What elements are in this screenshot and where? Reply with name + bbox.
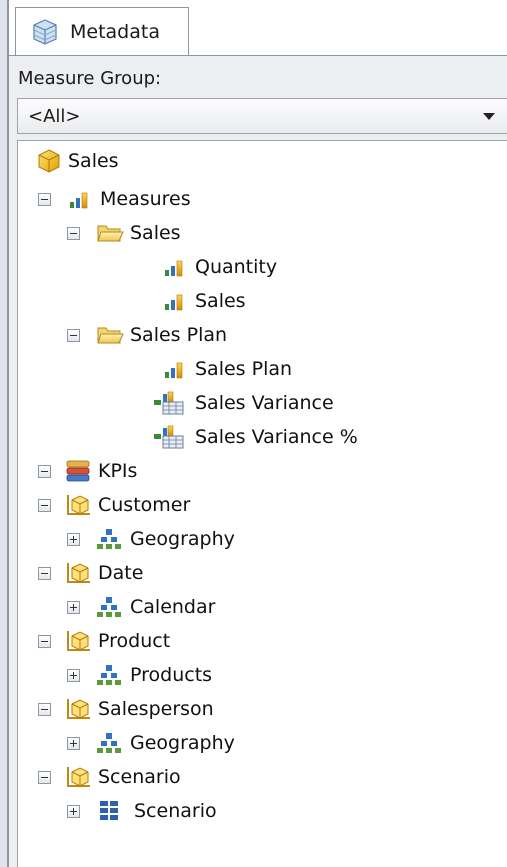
expand-toggle[interactable] <box>67 669 80 682</box>
hierarchy-icon <box>97 597 121 617</box>
tree-node-dimension-customer[interactable]: Customer <box>64 491 190 519</box>
cube-database-icon <box>33 18 57 45</box>
tree-node-attribute[interactable]: Scenario <box>98 797 217 825</box>
measure-icon <box>165 260 183 277</box>
tree-node-label: Sales Plan <box>130 324 228 346</box>
window-frame <box>0 0 9 867</box>
tree-node-label: Geography <box>130 732 235 754</box>
collapse-toggle[interactable] <box>38 193 51 206</box>
tree-node-hierarchy[interactable]: Geography <box>96 525 235 553</box>
tab-strip: Metadata <box>9 0 507 55</box>
tab-label: Metadata <box>70 20 160 43</box>
tree-node-hierarchy[interactable]: Products <box>96 661 212 689</box>
expand-toggle[interactable] <box>67 805 80 818</box>
tree-node-measure[interactable]: Quantity <box>163 253 277 281</box>
tree-node-label: Scenario <box>134 800 217 822</box>
tree-node-label: Measures <box>100 188 191 210</box>
tree-node-label: Geography <box>130 528 235 550</box>
dimension-icon <box>67 495 90 515</box>
tree-node-dimension-salesperson[interactable]: Salesperson <box>64 695 214 723</box>
attribute-icon <box>100 801 118 820</box>
tree-node-cube-sales[interactable]: Sales <box>36 147 119 175</box>
dimension-icon <box>67 767 90 787</box>
tree-node-measure[interactable]: Sales <box>163 287 246 315</box>
measure-group-label: Measure Group: <box>18 68 162 89</box>
calculated-measure-icon <box>154 391 184 415</box>
tree-node-label: Sales Plan <box>195 358 293 380</box>
expand-toggle[interactable] <box>67 601 80 614</box>
hierarchy-icon <box>97 529 121 549</box>
tree-node-label: Quantity <box>195 256 278 278</box>
tree-node-label: Sales <box>68 150 119 172</box>
collapse-toggle[interactable] <box>38 499 51 512</box>
measure-group-selected: <All> <box>28 105 81 127</box>
tree-node-hierarchy[interactable]: Calendar <box>96 593 215 621</box>
cube-icon <box>38 149 60 173</box>
tree-node-measure[interactable]: Sales Plan <box>163 355 292 383</box>
tab-metadata[interactable]: Metadata <box>15 7 189 55</box>
collapse-toggle[interactable] <box>67 329 80 342</box>
expand-toggle[interactable] <box>67 533 80 546</box>
tree-node-kpis[interactable]: KPIs <box>64 457 137 485</box>
tree-node-label: Customer <box>98 494 191 516</box>
hierarchy-icon <box>97 665 121 685</box>
dimension-icon <box>67 699 90 719</box>
tree-node-label: Sales Variance <box>195 392 334 414</box>
tree-node-calculated-measure[interactable]: Sales Variance <box>153 389 334 417</box>
tree-node-label: Product <box>98 630 171 652</box>
folder-open-icon <box>97 225 124 242</box>
folder-open-icon <box>97 327 124 344</box>
tree-node-label: Salesperson <box>98 698 214 720</box>
tree-node-folder-sales-plan[interactable]: Sales Plan <box>96 321 227 349</box>
tree-node-dimension-product[interactable]: Product <box>64 627 170 655</box>
tree-node-label: Scenario <box>98 766 181 788</box>
collapse-toggle[interactable] <box>38 771 51 784</box>
measure-icon <box>165 362 183 379</box>
tree-node-calculated-measure[interactable]: Sales Variance % <box>153 423 358 451</box>
collapse-toggle[interactable] <box>38 635 51 648</box>
tree-node-hierarchy[interactable]: Geography <box>96 729 235 757</box>
collapse-toggle[interactable] <box>38 567 51 580</box>
tree-node-label: Products <box>130 664 213 686</box>
dropdown-arrow-icon[interactable] <box>483 113 495 120</box>
kpi-icon <box>66 460 90 482</box>
measure-group-dropdown[interactable]: <All> <box>17 98 507 134</box>
dimension-icon <box>67 631 90 651</box>
measures-icon <box>70 192 88 209</box>
tree-node-dimension-scenario[interactable]: Scenario <box>64 763 181 791</box>
tree-node-dimension-date[interactable]: Date <box>64 559 143 587</box>
collapse-toggle[interactable] <box>67 227 80 240</box>
expand-toggle[interactable] <box>67 737 80 750</box>
tree-node-label: Sales <box>130 222 181 244</box>
tree-node-label: Date <box>98 562 144 584</box>
dimension-icon <box>67 563 90 583</box>
tree-node-folder-sales[interactable]: Sales <box>96 219 181 247</box>
tree-node-label: KPIs <box>98 460 138 482</box>
collapse-toggle[interactable] <box>38 703 51 716</box>
tree-node-label: Calendar <box>130 596 216 618</box>
measure-icon <box>165 294 183 311</box>
collapse-toggle[interactable] <box>38 465 51 478</box>
tree-node-measures[interactable]: Measures <box>68 185 191 213</box>
tree-node-label: Sales Variance % <box>195 426 358 448</box>
metadata-tree: Sales Measures Sales Quantity Sales Sale… <box>17 140 507 867</box>
tree-node-label: Sales <box>195 290 246 312</box>
hierarchy-icon <box>97 733 121 753</box>
calculated-measure-icon <box>154 425 184 449</box>
